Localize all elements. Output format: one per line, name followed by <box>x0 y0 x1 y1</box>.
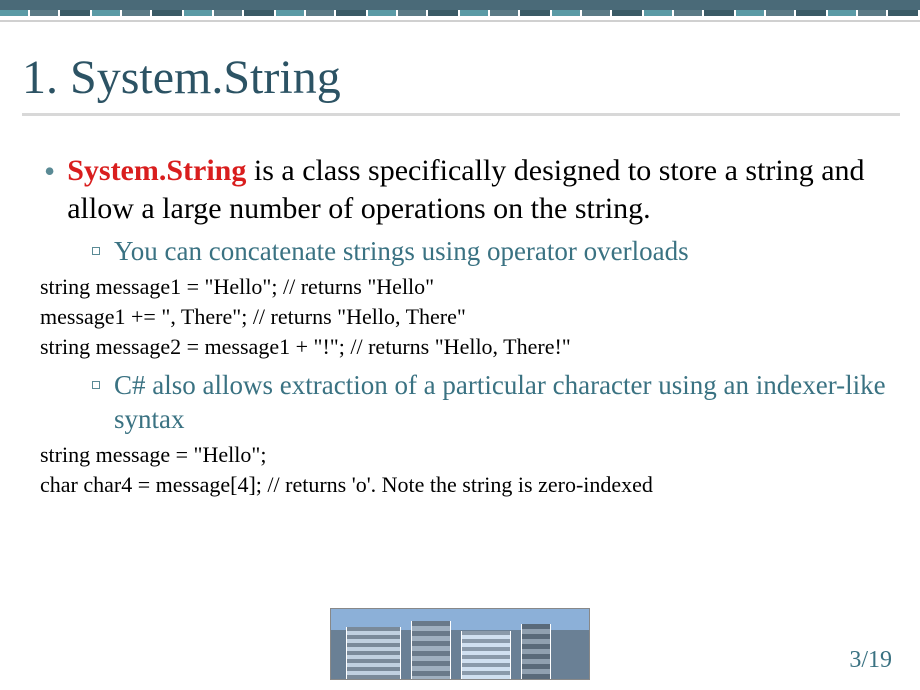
slide-title: 1. System.String <box>22 50 900 105</box>
code-line: string message1 = "Hello"; // returns "H… <box>40 272 900 302</box>
sub-bullet-2-text: C# also allows extraction of a particula… <box>114 368 900 436</box>
highlight-term: System.String <box>67 154 246 187</box>
sub-bullet-1-text: You can concatenate strings using operat… <box>114 234 689 268</box>
slide-top-border <box>0 0 920 30</box>
building-shape <box>521 624 551 679</box>
sub-bullet-1: You can concatenate strings using operat… <box>22 234 900 268</box>
bullet-dot-icon: • <box>44 152 55 190</box>
sub-bullet-marker-icon <box>92 381 100 389</box>
sub-bullet-marker-icon <box>92 247 100 255</box>
title-underline <box>22 113 900 116</box>
main-bullet-text: System.String is a class specifically de… <box>67 152 900 228</box>
code-line: char char4 = message[4]; // returns 'o'.… <box>40 470 900 500</box>
slide-content: 1. System.String • System.String is a cl… <box>0 30 920 500</box>
code-line: message1 += ", There"; // returns "Hello… <box>40 302 900 332</box>
sub-bullet-2: C# also allows extraction of a particula… <box>22 368 900 436</box>
code-line: string message2 = message1 + "!"; // ret… <box>40 332 900 362</box>
code-line: string message = "Hello"; <box>40 440 900 470</box>
code-block-1: string message1 = "Hello"; // returns "H… <box>22 272 900 362</box>
building-shape <box>346 627 401 679</box>
code-block-2: string message = "Hello"; char char4 = m… <box>22 440 900 500</box>
building-shape <box>411 621 451 679</box>
main-bullet: • System.String is a class specifically … <box>22 152 900 228</box>
footer-buildings-image <box>330 608 590 680</box>
building-shape <box>461 631 511 679</box>
page-number: 3/19 <box>849 647 892 674</box>
